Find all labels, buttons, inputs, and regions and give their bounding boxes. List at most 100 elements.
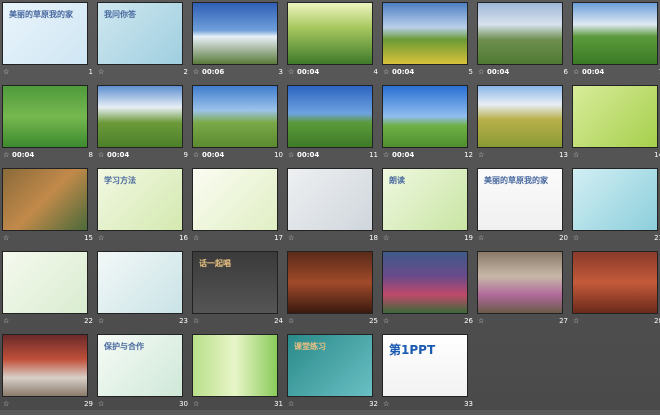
slide-preview[interactable]: 第1PPT xyxy=(382,334,468,397)
slide-thumbnail-8[interactable]: ☆ 00:04 8 xyxy=(2,85,97,166)
slide-caption: 课堂练习 xyxy=(294,342,326,351)
slide-thumbnail-1[interactable]: 美丽的草原我的家 ☆ 1 xyxy=(2,2,97,83)
slide-meta: ☆ 25 xyxy=(287,317,382,329)
slide-preview[interactable] xyxy=(572,85,658,148)
slide-meta: ☆ 14 xyxy=(572,151,660,163)
slide-preview[interactable] xyxy=(382,85,468,148)
slide-thumbnail-15[interactable]: ☆ 15 xyxy=(2,168,97,249)
slide-duration: 00:04 xyxy=(392,151,415,159)
slide-preview[interactable] xyxy=(2,168,88,231)
slide-thumbnail-9[interactable]: ☆ 00:04 9 xyxy=(97,85,192,166)
slide-thumbnail-19[interactable]: 朗读 ☆ 19 xyxy=(382,168,477,249)
slide-thumbnail-5[interactable]: ☆ 00:04 5 xyxy=(382,2,477,83)
slide-thumbnail-29[interactable]: ☆ 29 xyxy=(2,334,97,415)
slide-thumbnail-17[interactable]: ☆ 17 xyxy=(192,168,287,249)
slide-thumbnail-30[interactable]: 保护与合作 ☆ 30 xyxy=(97,334,192,415)
slide-thumbnail-21[interactable]: ☆ 21 xyxy=(572,168,660,249)
slide-thumbnail-24[interactable]: 话一起唱 ☆ 24 xyxy=(192,251,287,332)
transition-icon: ☆ xyxy=(193,234,200,242)
slide-number: 25 xyxy=(369,317,378,325)
slide-thumbnail-10[interactable]: ☆ 00:04 10 xyxy=(192,85,287,166)
slide-preview[interactable]: 学习方法 xyxy=(97,168,183,231)
slide-preview[interactable] xyxy=(382,251,468,314)
slide-preview[interactable] xyxy=(287,168,373,231)
slide-preview[interactable] xyxy=(2,251,88,314)
slide-number: 17 xyxy=(274,234,283,242)
slide-number: 9 xyxy=(183,151,188,159)
slide-preview[interactable]: 美丽的草原我的家 xyxy=(2,2,88,65)
slide-thumbnail-14[interactable]: ☆ 14 xyxy=(572,85,660,166)
transition-icon: ☆ xyxy=(98,234,105,242)
slide-preview[interactable] xyxy=(287,85,373,148)
slide-preview[interactable] xyxy=(477,85,563,148)
slide-thumbnail-7[interactable]: ☆00:047 xyxy=(572,2,660,83)
slide-preview[interactable] xyxy=(287,2,373,65)
slide-preview[interactable] xyxy=(192,334,278,397)
slide-preview[interactable] xyxy=(97,85,183,148)
slide-thumbnail-13[interactable]: ☆ 13 xyxy=(477,85,572,166)
transition-icon: ☆ xyxy=(383,68,390,76)
slide-thumbnail-26[interactable]: ☆ 26 xyxy=(382,251,477,332)
transition-icon: ☆ xyxy=(3,151,10,159)
transition-icon: ☆ xyxy=(383,400,390,408)
slide-preview[interactable] xyxy=(572,168,658,231)
slide-meta: ☆ 32 xyxy=(287,400,382,412)
slide-thumbnail-22[interactable]: ☆ 22 xyxy=(2,251,97,332)
transition-icon: ☆ xyxy=(573,234,580,242)
slide-preview[interactable] xyxy=(382,2,468,65)
transition-icon: ☆ xyxy=(288,317,295,325)
slide-thumbnail-16[interactable]: 学习方法 ☆ 16 xyxy=(97,168,192,249)
slide-thumbnail-27[interactable]: ☆ 27 xyxy=(477,251,572,332)
slide-preview[interactable] xyxy=(97,251,183,314)
slide-thumbnail-12[interactable]: ☆ 00:04 12 xyxy=(382,85,477,166)
slide-duration: 00:04 xyxy=(487,68,510,76)
slide-meta: ☆ 27 xyxy=(477,317,572,329)
slide-preview[interactable] xyxy=(477,251,563,314)
transition-icon: ☆ xyxy=(3,400,10,408)
slide-meta: ☆ 16 xyxy=(97,234,192,246)
slide-preview[interactable]: 保护与合作 xyxy=(97,334,183,397)
slide-preview[interactable] xyxy=(572,251,658,314)
slide-meta: ☆ 23 xyxy=(97,317,192,329)
slide-preview[interactable] xyxy=(2,85,88,148)
slide-meta: ☆ 13 xyxy=(477,151,572,163)
slide-preview[interactable]: 美丽的草原我的家 xyxy=(477,168,563,231)
slide-preview[interactable]: 话一起唱 xyxy=(192,251,278,314)
slide-preview[interactable]: 我问你答 xyxy=(97,2,183,65)
slide-thumbnail-4[interactable]: ☆ 00:04 4 xyxy=(287,2,382,83)
transition-icon: ☆ xyxy=(288,234,295,242)
slide-meta: ☆ 1 xyxy=(2,68,97,80)
slide-preview[interactable] xyxy=(192,168,278,231)
slide-thumbnail-33[interactable]: 第1PPT ☆ 33 xyxy=(382,334,477,415)
slide-meta: ☆ 21 xyxy=(572,234,660,246)
slide-thumbnail-31[interactable]: ☆ 31 xyxy=(192,334,287,415)
slide-thumbnail-6[interactable]: ☆ 00:04 6 xyxy=(477,2,572,83)
slide-preview[interactable] xyxy=(192,2,278,65)
slide-number: 6 xyxy=(563,68,568,76)
slide-duration: 00:04 xyxy=(582,68,605,76)
slide-thumbnail-11[interactable]: ☆ 00:04 11 xyxy=(287,85,382,166)
slide-thumbnail-25[interactable]: ☆ 25 xyxy=(287,251,382,332)
slide-thumbnail-23[interactable]: ☆ 23 xyxy=(97,251,192,332)
slide-caption: 我问你答 xyxy=(104,10,136,19)
slide-thumbnail-20[interactable]: 美丽的草原我的家 ☆ 20 xyxy=(477,168,572,249)
slide-meta: ☆ 00:04 11 xyxy=(287,151,382,163)
slide-thumbnail-18[interactable]: ☆ 18 xyxy=(287,168,382,249)
slide-preview[interactable] xyxy=(2,334,88,397)
slide-preview[interactable] xyxy=(572,2,658,65)
slide-meta: ☆ 19 xyxy=(382,234,477,246)
slide-preview[interactable] xyxy=(192,85,278,148)
transition-icon: ☆ xyxy=(288,151,295,159)
slide-thumbnail-28[interactable]: ☆ 28 xyxy=(572,251,660,332)
slide-thumbnail-3[interactable]: ☆ 00:06 3 xyxy=(192,2,287,83)
slide-caption: 美丽的草原我的家 xyxy=(484,176,548,185)
slide-preview[interactable]: 朗读 xyxy=(382,168,468,231)
slide-number: 12 xyxy=(464,151,473,159)
slide-preview[interactable] xyxy=(477,2,563,65)
slide-preview[interactable]: 课堂练习 xyxy=(287,334,373,397)
slide-thumbnail-2[interactable]: 我问你答 ☆ 2 xyxy=(97,2,192,83)
slide-preview[interactable] xyxy=(287,251,373,314)
slide-number: 11 xyxy=(369,151,378,159)
slide-thumbnail-32[interactable]: 课堂练习 ☆ 32 xyxy=(287,334,382,415)
slide-duration: 00:06 xyxy=(202,68,225,76)
